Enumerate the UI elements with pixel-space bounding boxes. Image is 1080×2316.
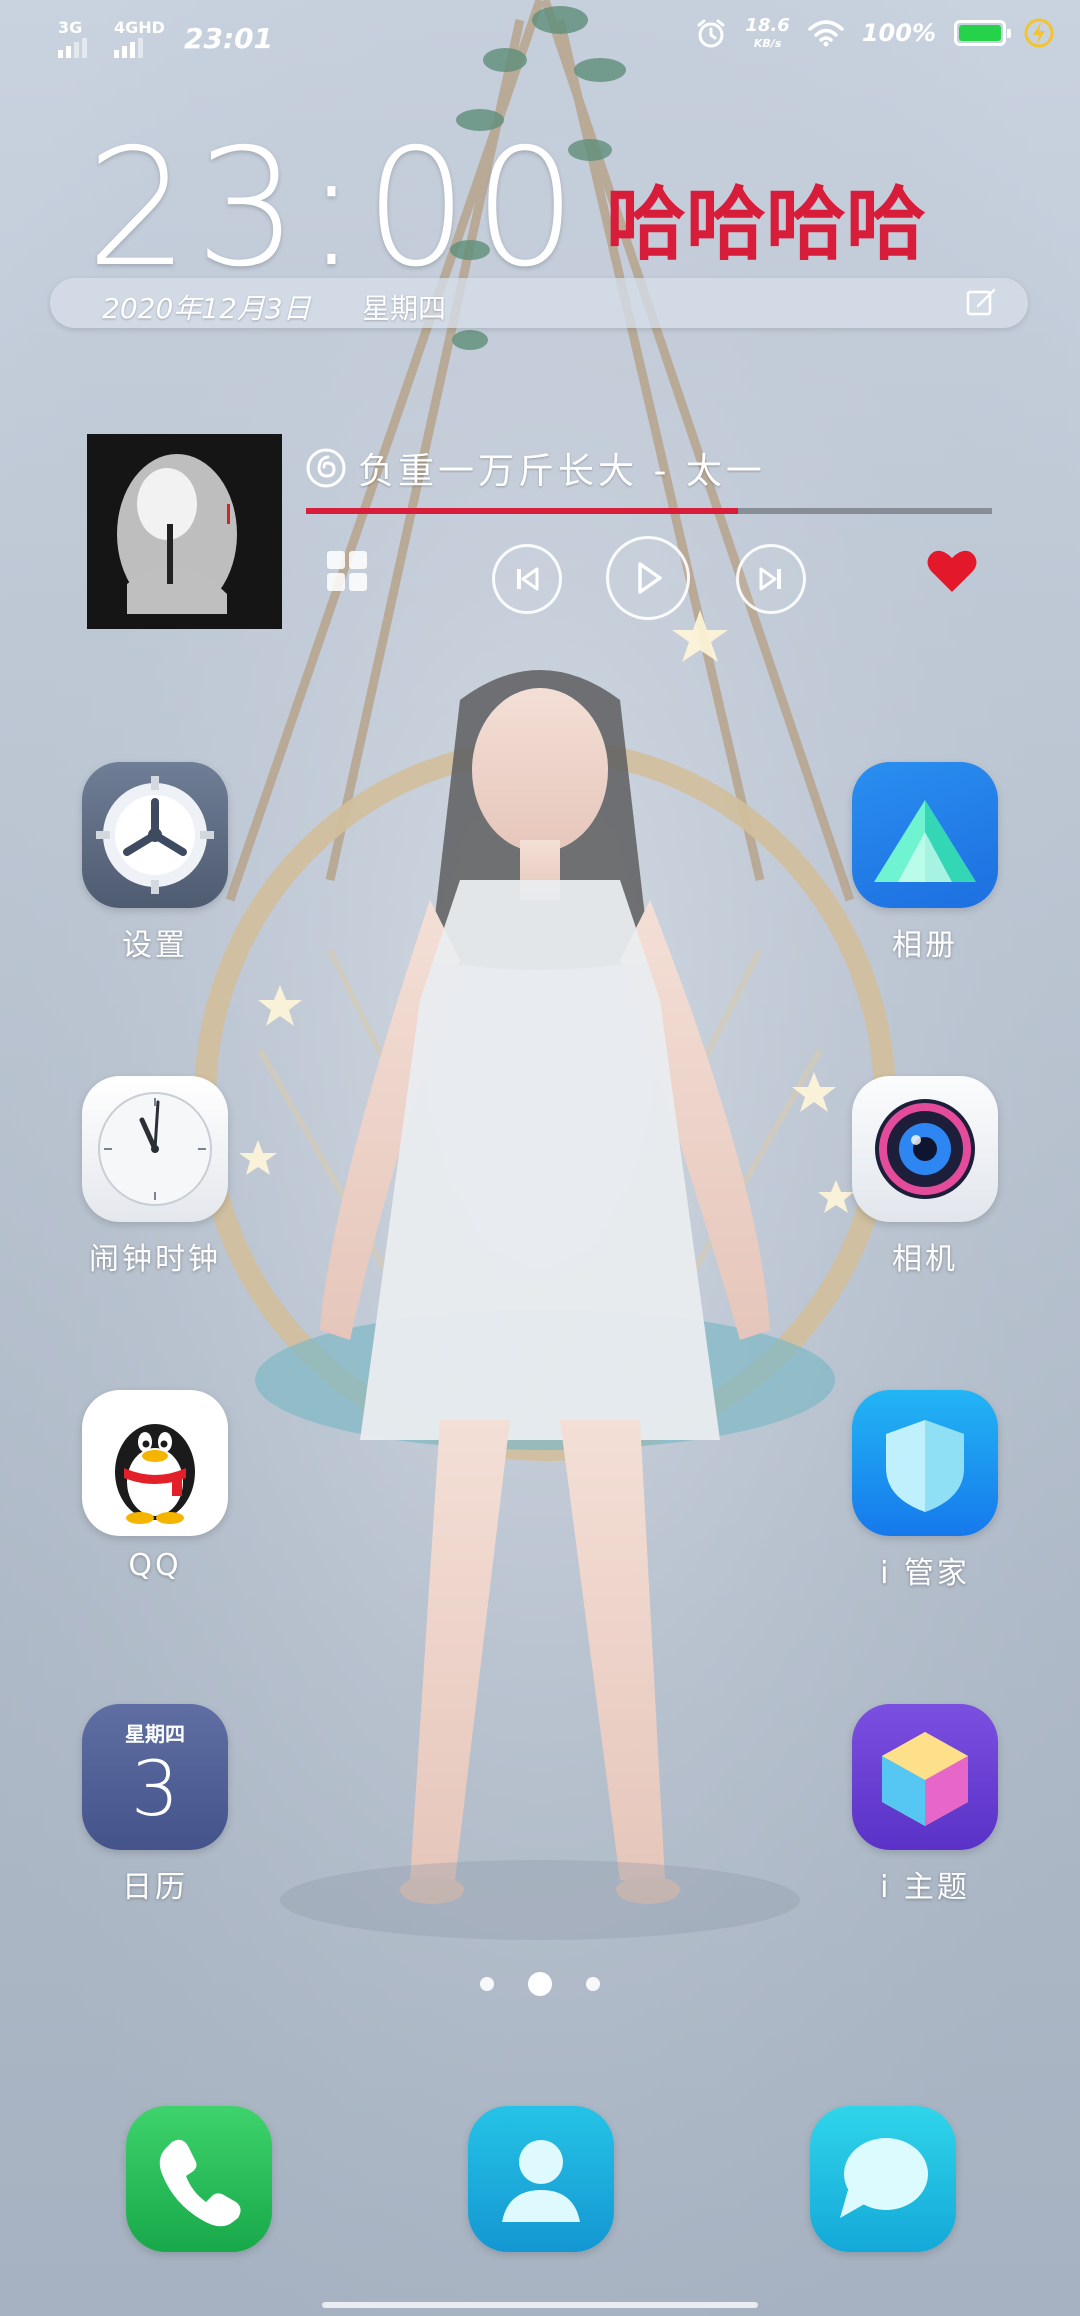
- app-qq[interactable]: QQ: [70, 1390, 240, 1583]
- phone-icon: [159, 2139, 241, 2227]
- status-bar: 3G 4GHD 23:01 18.6 KB/s 100%: [0, 0, 1080, 80]
- app-label: 设置: [122, 928, 188, 963]
- edit-icon[interactable]: [966, 288, 998, 318]
- calendar-weekday: 星期四: [125, 1722, 185, 1746]
- app-calendar[interactable]: 星期四 3 日历: [70, 1704, 240, 1906]
- network-1-label: 3G: [58, 18, 83, 37]
- date-text: 2020年12月3日: [102, 292, 311, 325]
- settings-icon: [82, 762, 228, 908]
- charging-icon: [1024, 18, 1054, 48]
- app-gallery[interactable]: 相册: [840, 762, 1010, 964]
- page-indicator[interactable]: [0, 1972, 1080, 1996]
- app-label: 闹钟时钟: [89, 1242, 221, 1277]
- app-settings[interactable]: 设置: [70, 762, 240, 964]
- next-button[interactable]: [736, 544, 806, 614]
- messages-icon: [840, 2138, 928, 2218]
- netease-music-icon: [306, 448, 346, 488]
- song-title: 负重一万斤长大 - 太一: [358, 451, 766, 492]
- app-camera[interactable]: 相机: [840, 1076, 1010, 1278]
- previous-icon: [517, 567, 539, 591]
- previous-button[interactable]: [492, 544, 562, 614]
- app-label: i 管家: [880, 1556, 970, 1591]
- wifi-icon: [808, 20, 844, 47]
- app-itheme[interactable]: i 主题: [840, 1704, 1010, 1906]
- network-speed: 18.6 KB/s: [745, 15, 790, 50]
- dock-phone[interactable]: [126, 2106, 272, 2252]
- app-label: i 主题: [880, 1870, 970, 1905]
- clock-icon: [82, 1076, 228, 1222]
- page-dot-active[interactable]: [528, 1972, 552, 1996]
- play-button[interactable]: [606, 536, 690, 620]
- home-indicator[interactable]: [322, 2302, 758, 2308]
- camera-icon: [852, 1076, 998, 1222]
- next-icon: [759, 567, 781, 591]
- app-imanager[interactable]: i 管家: [840, 1390, 1010, 1592]
- playlist-icon[interactable]: [324, 548, 370, 594]
- weekday-text: 星期四: [362, 292, 447, 325]
- app-label: 相册: [892, 928, 958, 963]
- page-dot[interactable]: [586, 1977, 600, 1991]
- album-cover-image: [87, 434, 282, 629]
- gallery-icon: [852, 762, 998, 908]
- qq-icon: [82, 1390, 228, 1536]
- battery-fill: [959, 25, 1001, 41]
- status-bar-left: 3G 4GHD 23:01: [58, 18, 273, 58]
- dock-messages[interactable]: [810, 2106, 956, 2252]
- dock-contacts[interactable]: [468, 2106, 614, 2252]
- heart-icon[interactable]: [926, 548, 978, 594]
- signal-icon: 4GHD: [114, 18, 165, 58]
- shield-icon: [852, 1390, 998, 1536]
- network-speed-unit: KB/s: [753, 37, 782, 50]
- network-2-label: 4GHD: [114, 18, 165, 37]
- battery-icon: [954, 20, 1011, 46]
- status-bar-right: 18.6 KB/s 100%: [695, 16, 1054, 50]
- contacts-icon: [502, 2140, 580, 2222]
- battery-percent: 100%: [861, 19, 936, 47]
- calendar-icon: 星期四 3: [82, 1704, 228, 1850]
- date-bar[interactable]: 2020年12月3日 星期四: [50, 278, 1028, 328]
- clock-time[interactable]: 23:00: [86, 128, 583, 290]
- play-icon: [638, 562, 662, 594]
- theme-icon: [852, 1704, 998, 1850]
- status-bar-time: 23:01: [184, 21, 274, 55]
- album-art[interactable]: [87, 434, 282, 629]
- clock-custom-text: 哈哈哈哈: [606, 178, 926, 271]
- app-label: 日历: [122, 1870, 188, 1905]
- alarm-icon: [697, 19, 725, 48]
- music-progress-bar[interactable]: [306, 508, 992, 514]
- calendar-day: 3: [130, 1744, 180, 1833]
- music-progress-fill: [306, 508, 739, 514]
- page-dot[interactable]: [480, 1977, 494, 1991]
- network-speed-value: 18.6: [745, 15, 790, 36]
- app-clock[interactable]: 闹钟时钟: [70, 1076, 240, 1278]
- app-label: 相机: [892, 1242, 958, 1277]
- app-label: QQ: [128, 1548, 182, 1583]
- music-title-row: 负重一万斤长大 - 太一: [306, 442, 766, 494]
- signal-icon: 3G: [58, 18, 98, 58]
